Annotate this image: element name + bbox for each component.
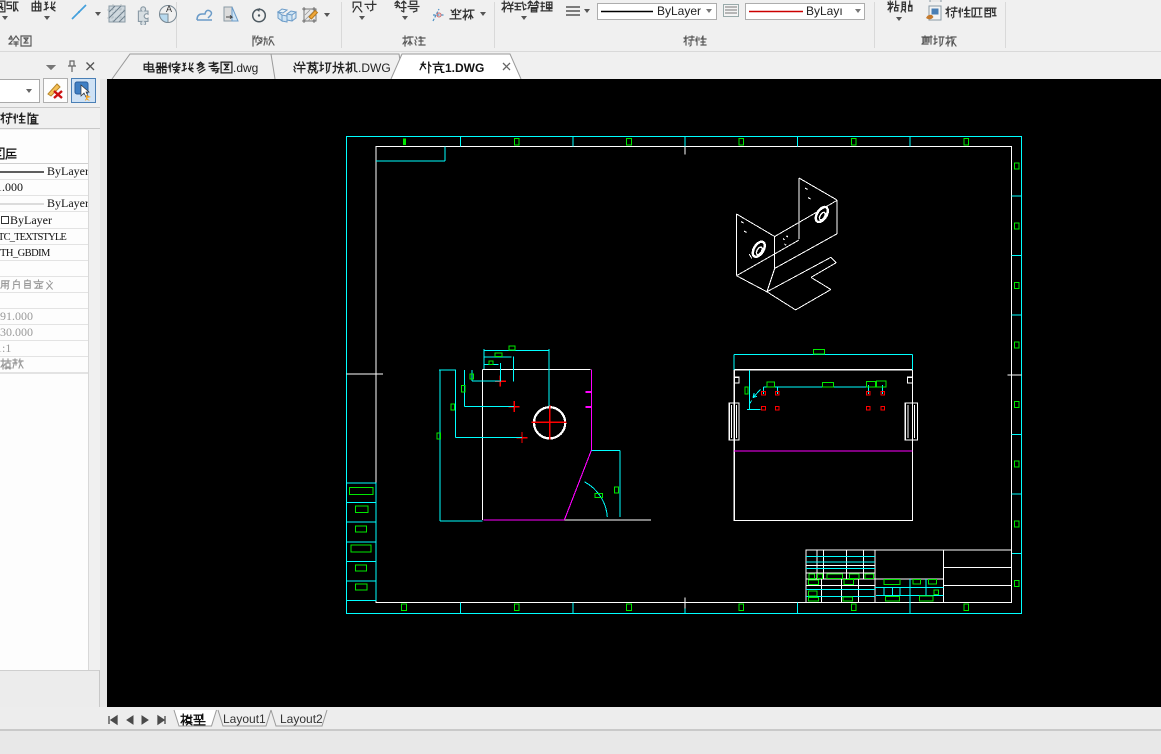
svg-text:A: A <box>166 4 172 14</box>
